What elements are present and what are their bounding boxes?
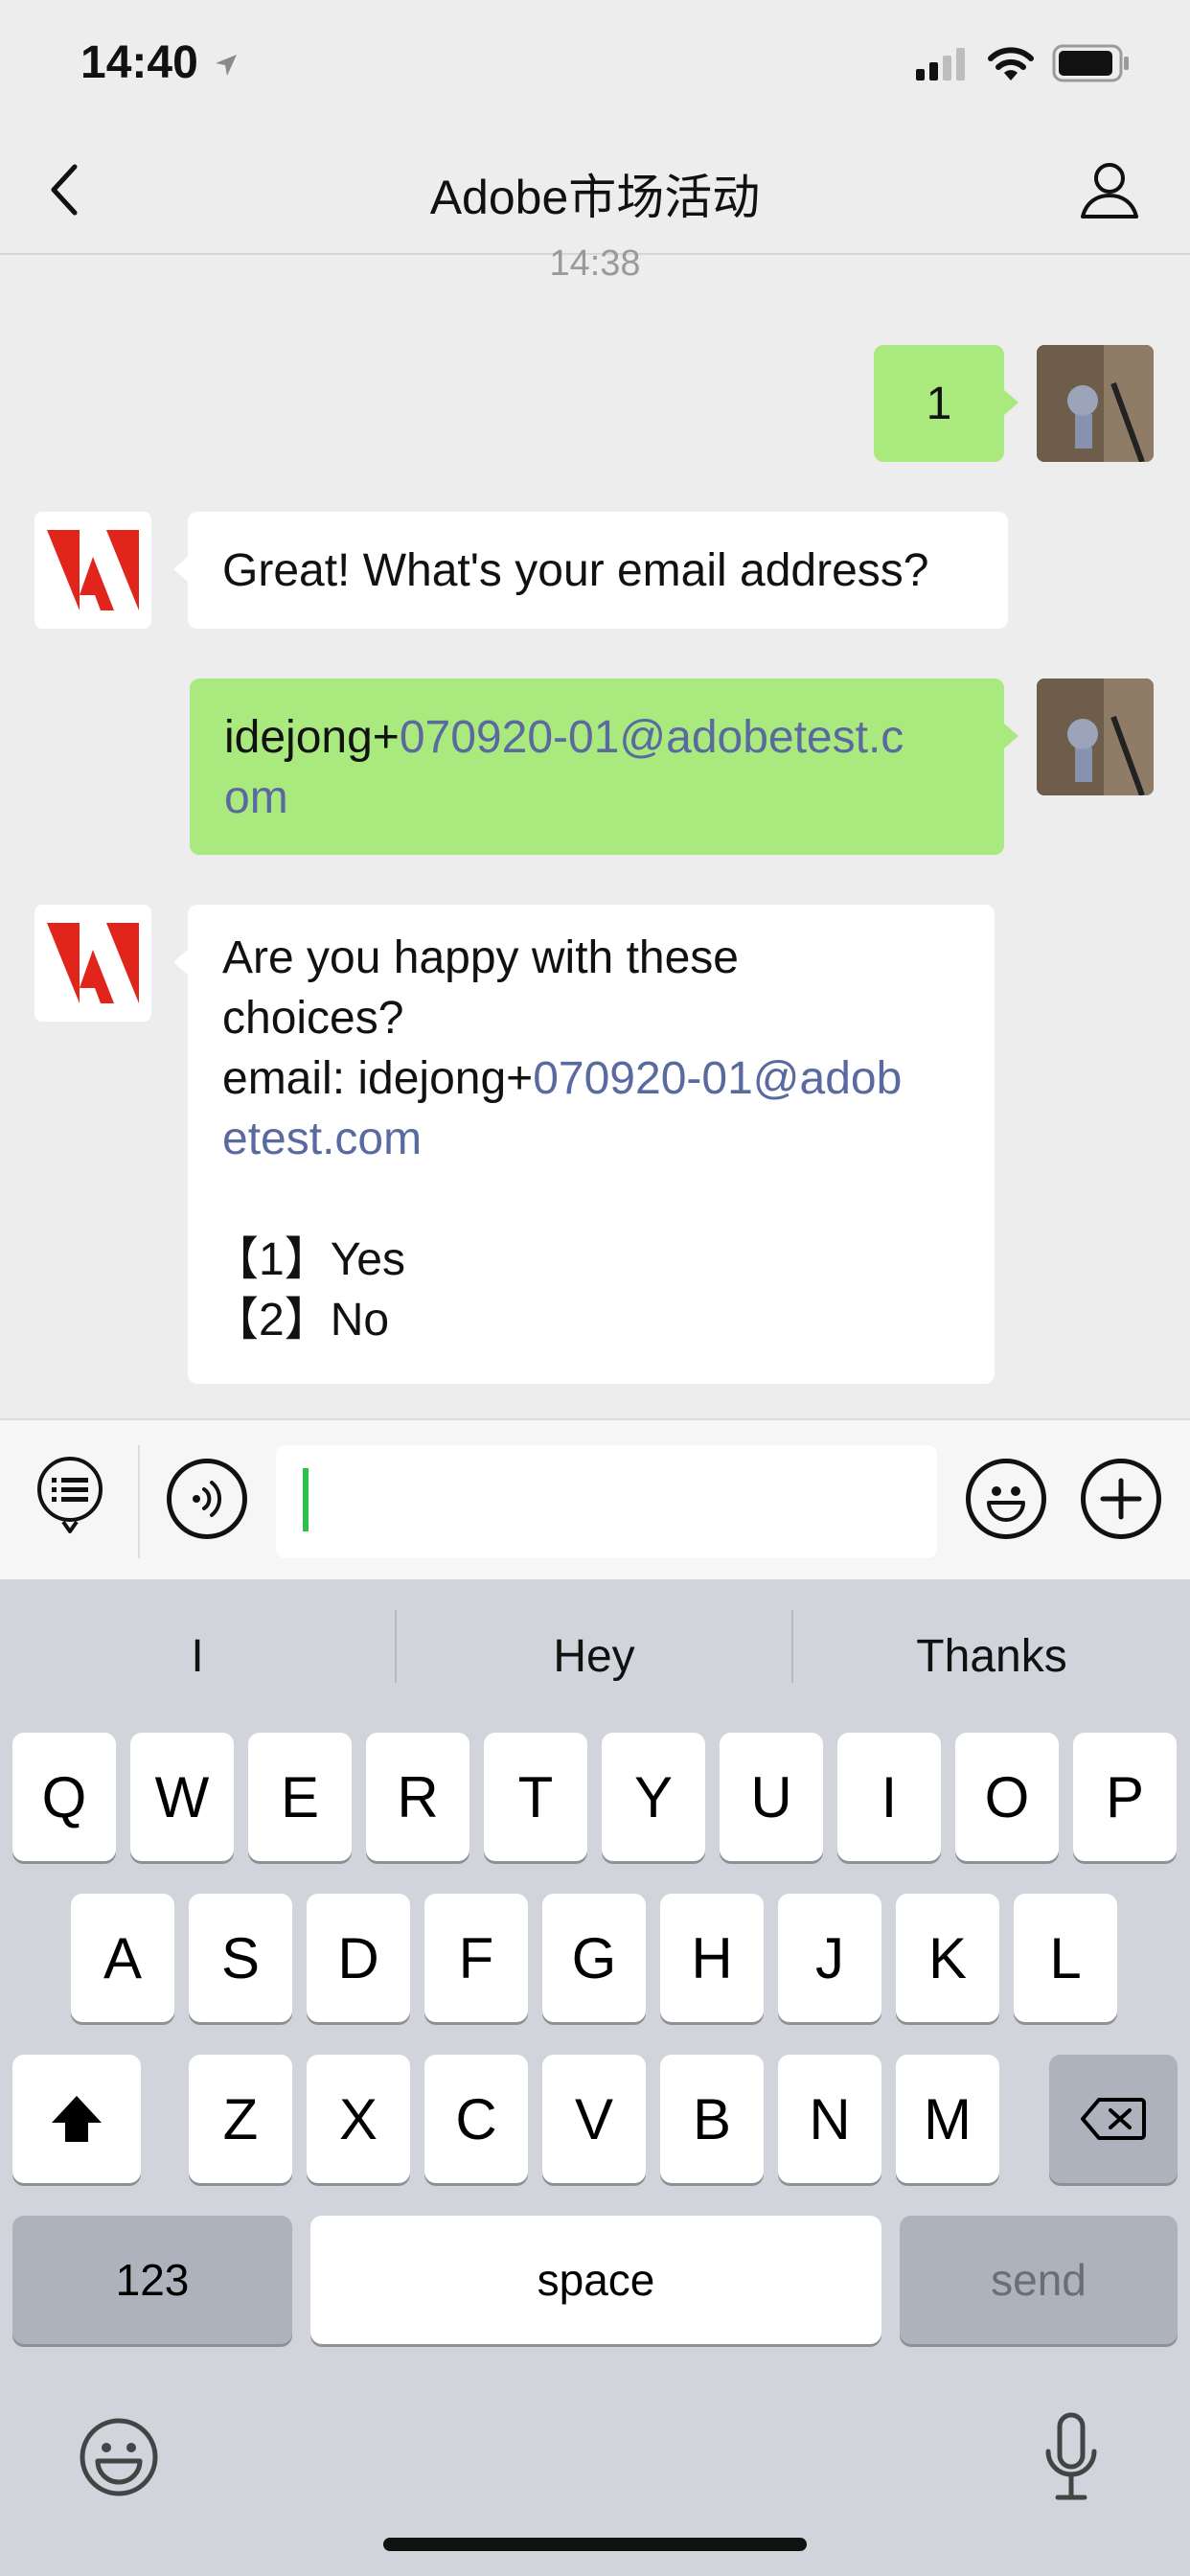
message-text-line: email: idejong+070920-01@adob — [222, 1048, 960, 1109]
profile-icon[interactable] — [1079, 159, 1140, 220]
key-o[interactable]: O — [955, 1733, 1059, 1861]
message-text: email: idejong+ — [222, 1053, 534, 1104]
message-text-line: idejong+070920-01@adobetest.c — [224, 707, 970, 768]
option-no: 【2】No — [213, 1295, 390, 1346]
outgoing-message-bubble[interactable]: idejong+070920-01@adobetest.c om — [190, 678, 1018, 855]
emoji-button[interactable] — [966, 1459, 1046, 1539]
key-u[interactable]: U — [720, 1733, 823, 1861]
adobe-logo-icon — [47, 530, 139, 610]
add-attachment-button[interactable] — [1081, 1459, 1161, 1539]
outgoing-message-bubble[interactable]: 1 — [874, 345, 1018, 462]
message-timestamp: 14:38 — [549, 243, 641, 284]
key-l[interactable]: L — [1014, 1894, 1117, 2022]
key-j[interactable]: J — [778, 1894, 881, 2022]
key-g[interactable]: G — [542, 1894, 646, 2022]
numbers-key[interactable]: 123 — [12, 2216, 292, 2344]
message-text: Are you happy with these — [222, 932, 739, 983]
message-input[interactable] — [276, 1445, 937, 1558]
email-link[interactable]: 070920-01@adobetest.c — [400, 712, 904, 763]
key-k[interactable]: K — [896, 1894, 999, 2022]
voice-wave-icon — [193, 1481, 222, 1517]
key-f[interactable]: F — [424, 1894, 528, 2022]
key-x[interactable]: X — [307, 2055, 410, 2183]
status-time: 14:40 — [80, 37, 198, 88]
key-d[interactable]: D — [307, 1894, 410, 2022]
key-y[interactable]: Y — [602, 1733, 705, 1861]
battery-icon — [1052, 44, 1129, 82]
message-text: 1 — [926, 378, 952, 429]
message-text: idejong+ — [224, 712, 400, 763]
key-b[interactable]: B — [660, 2055, 764, 2183]
email-link[interactable]: om — [224, 772, 288, 823]
message-text-line: om — [224, 768, 970, 828]
key-q[interactable]: Q — [12, 1733, 116, 1861]
delete-key[interactable] — [1049, 2055, 1178, 2183]
suggestion-i[interactable]: I — [0, 1579, 395, 1733]
email-link[interactable]: etest.com — [222, 1109, 960, 1169]
input-divider — [138, 1445, 140, 1558]
user-avatar-image — [1037, 345, 1154, 462]
microphone-icon[interactable] — [1042, 2411, 1100, 2503]
key-h[interactable]: H — [660, 1894, 764, 2022]
suggestion-hey[interactable]: Hey — [397, 1579, 791, 1733]
key-v[interactable]: V — [542, 2055, 646, 2183]
backspace-icon — [1081, 2098, 1146, 2140]
plus-icon — [1100, 1478, 1142, 1520]
wifi-icon — [988, 47, 1034, 80]
key-m[interactable]: M — [896, 2055, 999, 2183]
option-yes: 【1】Yes — [213, 1234, 406, 1285]
text-caret — [303, 1468, 309, 1531]
key-c[interactable]: C — [424, 2055, 528, 2183]
cellular-signal-icon — [916, 48, 965, 80]
adobe-avatar[interactable] — [34, 512, 151, 629]
key-t[interactable]: T — [484, 1733, 587, 1861]
key-a[interactable]: A — [71, 1894, 174, 2022]
emoji-keyboard-icon[interactable] — [79, 2417, 159, 2497]
location-arrow-icon — [215, 54, 237, 76]
send-key[interactable]: send — [900, 2216, 1178, 2344]
incoming-message-bubble[interactable]: Great! What's your email address? — [173, 512, 1008, 629]
suggestion-thanks[interactable]: Thanks — [793, 1579, 1190, 1733]
key-i[interactable]: I — [837, 1733, 941, 1861]
user-avatar-image — [1037, 678, 1154, 795]
key-s[interactable]: S — [189, 1894, 292, 2022]
home-indicator — [383, 2538, 807, 2551]
key-p[interactable]: P — [1073, 1733, 1177, 1861]
shift-key[interactable] — [12, 2055, 141, 2183]
space-key[interactable]: space — [310, 2216, 881, 2344]
key-n[interactable]: N — [778, 2055, 881, 2183]
message-text: choices? — [222, 993, 404, 1044]
status-time-wrap: 14:40 — [80, 36, 240, 89]
user-avatar[interactable] — [1037, 678, 1154, 795]
message-text: Great! What's your email address? — [222, 544, 929, 596]
user-avatar[interactable] — [1037, 345, 1154, 462]
voice-input-button[interactable] — [167, 1459, 247, 1539]
key-e[interactable]: E — [248, 1733, 352, 1861]
menu-list-icon[interactable] — [34, 1455, 105, 1535]
smiley-icon — [987, 1486, 1025, 1522]
key-z[interactable]: Z — [189, 2055, 292, 2183]
key-r[interactable]: R — [366, 1733, 469, 1861]
adobe-logo-icon — [47, 923, 139, 1003]
shift-arrow-icon — [52, 2096, 102, 2142]
email-link[interactable]: 070920-01@adob — [533, 1053, 902, 1104]
page-title: Adobe市场活动 — [429, 171, 761, 224]
key-w[interactable]: W — [130, 1733, 234, 1861]
incoming-message-bubble[interactable]: Are you happy with these choices? email:… — [173, 905, 995, 1384]
adobe-avatar[interactable] — [34, 905, 151, 1022]
